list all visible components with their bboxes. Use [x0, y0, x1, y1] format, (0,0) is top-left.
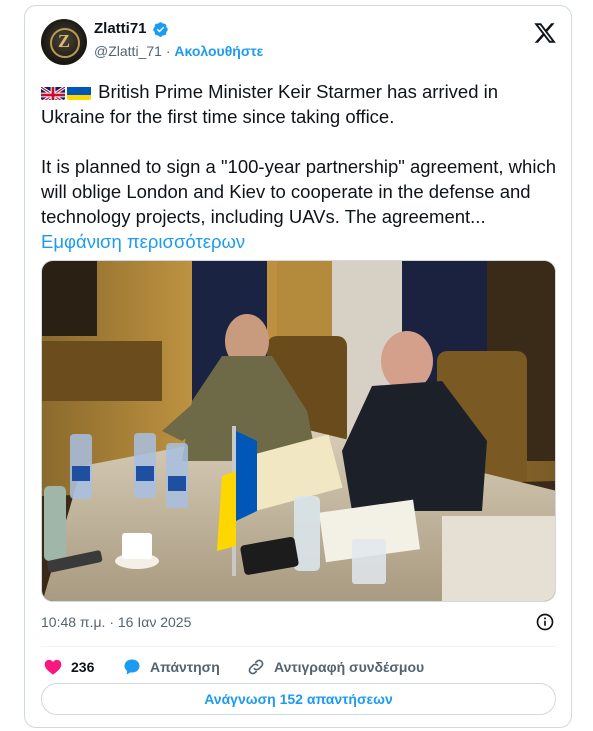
separator: · [165, 43, 171, 59]
action-bar: 236 Απάντηση Αντιγραφή συνδέσμου [41, 654, 556, 680]
copy-link-label: Αντιγραφή συνδέσμου [274, 659, 425, 675]
author-name[interactable]: Zlatti71 [94, 20, 147, 37]
handle-row: @Zlatti_71 · Ακολουθήστε [94, 43, 263, 59]
avatar[interactable]: Z [41, 19, 87, 65]
tweet-text: British Prime Minister Keir Starmer has … [41, 79, 561, 254]
x-logo-icon[interactable] [533, 21, 557, 45]
read-replies-button[interactable]: Ανάγνωση 152 απαντήσεων [41, 683, 556, 715]
show-more-link[interactable]: Εμφάνιση περισσότερων [41, 231, 245, 252]
tweet-paragraph-2: It is planned to sign a "100-year partne… [41, 156, 556, 227]
timestamp[interactable]: 10:48 π.μ. · 16 Ιαν 2025 [41, 614, 191, 630]
info-icon[interactable] [535, 612, 555, 632]
copy-link-button[interactable]: Αντιγραφή συνδέσμου [246, 654, 424, 680]
divider [41, 646, 556, 647]
author-handle[interactable]: @Zlatti_71 [94, 43, 162, 59]
reply-bubble-icon [124, 659, 140, 675]
tweet-paragraph-1: British Prime Minister Keir Starmer has … [41, 81, 499, 127]
like-button[interactable]: 236 [43, 654, 94, 680]
reply-button[interactable]: Απάντηση [122, 654, 220, 680]
uk-flag-icon [41, 84, 65, 100]
ukraine-flag-icon [67, 84, 91, 100]
heart-icon [44, 659, 62, 675]
verified-badge-icon [153, 22, 168, 37]
avatar-letter: Z [57, 31, 70, 51]
link-icon [248, 659, 264, 675]
reply-label: Απάντηση [150, 659, 220, 675]
tweet-card: Z Zlatti71 @Zlatti_71 · Ακολουθήστε Brit… [24, 5, 572, 728]
follow-button[interactable]: Ακολουθήστε [174, 43, 263, 59]
likes-count: 236 [71, 659, 95, 675]
tweet-photo[interactable] [41, 260, 556, 602]
